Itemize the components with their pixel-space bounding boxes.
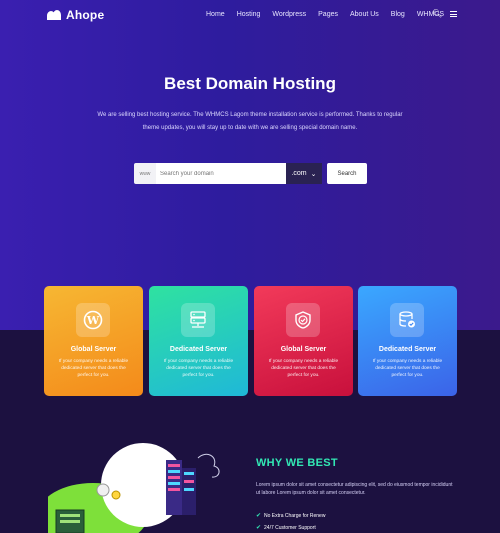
card-text: If your company needs a reliable dedicat… [163,359,234,378]
why-item-label: No Extra Charge for Renew [264,512,326,519]
feature-card-dedicated-server[interactable]: Dedicated Server If your company needs a… [149,286,248,396]
cloud-logo-icon [47,10,63,20]
card-title: Dedicated Server [378,346,437,353]
domain-search-input[interactable] [156,163,286,184]
logo[interactable]: Ahope [47,8,104,22]
www-prefix: www [134,163,156,184]
hero-subtitle-line-1: We are selling best hosting service. The… [97,112,403,118]
svg-text:W: W [86,314,100,327]
nav-item-hosting[interactable]: Hosting [237,11,261,18]
why-text: Lorem ipsum dolor sit amet consectetur a… [256,482,453,496]
card-title: Global Server [280,346,327,353]
card-text: If your company needs a reliable dedicat… [372,359,443,378]
server-icon [181,303,215,337]
top-navbar: Ahope Home Hosting Wordpress Pages About… [0,0,500,30]
check-icon: ✔ [256,513,262,519]
nav-item-blog[interactable]: Blog [391,11,405,18]
server-illustration [48,443,220,533]
card-title: Global Server [70,346,117,353]
feature-card-global-server[interactable]: W Global Server If your company needs a … [44,286,143,396]
nav-item-home[interactable]: Home [206,11,225,18]
shield-check-icon [286,303,320,337]
why-title: WHY WE BEST [256,457,338,469]
menu-icon[interactable] [450,11,458,17]
tld-value: .com [291,170,307,177]
why-item: ✔ No Extra Charge for Renew [256,512,326,520]
hero-title: Best Domain Hosting [164,74,336,93]
nav-item-about-us[interactable]: About Us [350,11,379,18]
main-menu: Home Hosting Wordpress Pages About Us Bl… [206,11,444,18]
search-button[interactable]: Search [327,163,367,184]
nav-item-pages[interactable]: Pages [318,11,338,18]
hero-subtitle: We are selling best hosting service. The… [75,109,425,135]
card-text: If your company needs a reliable dedicat… [58,359,129,378]
chevron-down-icon: ⌄ [310,170,317,178]
domain-search-form: www .com ⌄ [134,163,322,184]
tld-select[interactable]: .com ⌄ [286,163,322,184]
wordpress-icon: W [76,303,110,337]
why-item-label: 24/7 Customer Support [264,524,316,531]
check-icon: ✔ [256,525,262,531]
card-title: Dedicated Server [169,346,228,353]
nav-icons: 🔍︎ [432,9,458,18]
hero-subtitle-line-2: theme updates, you will stay up to date … [142,125,358,131]
why-item: ✔ 24/7 Customer Support [256,524,316,532]
database-check-icon [390,303,424,337]
search-icon[interactable]: 🔍︎ [432,9,442,18]
feature-card-global-server-2[interactable]: Global Server If your company needs a re… [254,286,353,396]
brand-name: Ahope [66,8,105,22]
feature-card-dedicated-server-2[interactable]: Dedicated Server If your company needs a… [358,286,457,396]
nav-item-wordpress[interactable]: Wordpress [272,11,306,18]
card-text: If your company needs a reliable dedicat… [268,359,339,378]
